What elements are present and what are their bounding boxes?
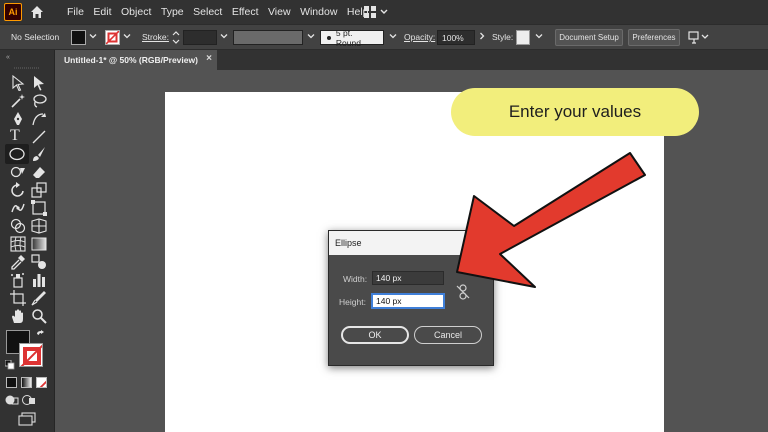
- curvature-tool-icon[interactable]: [31, 111, 47, 127]
- lasso-tool-icon[interactable]: [31, 93, 47, 109]
- no-stroke-icon: [20, 344, 42, 366]
- none-icon: [39, 380, 46, 387]
- stroke-label[interactable]: Stroke:: [142, 32, 169, 42]
- fill-swatch[interactable]: [71, 30, 86, 45]
- mesh-tool-icon[interactable]: [10, 236, 26, 252]
- ellipse-dialog: Ellipse Width: 140 px Height: 140 px OK …: [328, 230, 494, 366]
- perspective-grid-tool-icon[interactable]: [31, 218, 47, 234]
- pen-tool-icon[interactable]: [10, 111, 26, 127]
- stepper-icon[interactable]: [172, 30, 180, 45]
- control-bar: No Selection Stroke: 5 pt. Round Opacity…: [0, 24, 768, 50]
- selection-status: No Selection: [11, 32, 60, 42]
- collapse-panel-icon[interactable]: «: [6, 54, 10, 61]
- dialog-title: Ellipse: [329, 231, 493, 255]
- rotate-tool-icon[interactable]: [10, 182, 26, 198]
- eyedropper-tool-icon[interactable]: [10, 254, 26, 270]
- callout-bubble: Enter your values: [451, 88, 699, 136]
- style-label: Style:: [492, 32, 514, 42]
- direct-selection-tool-icon[interactable]: [31, 75, 47, 91]
- chevron-down-icon[interactable]: [89, 32, 97, 40]
- line-segment-tool-icon[interactable]: [31, 129, 47, 145]
- width-input[interactable]: 140 px: [372, 271, 444, 285]
- opacity-input[interactable]: 100%: [437, 30, 475, 45]
- chevron-right-icon[interactable]: [478, 32, 486, 40]
- magic-wand-tool-icon[interactable]: [10, 93, 26, 109]
- gradient-mode-button[interactable]: [21, 377, 32, 388]
- close-tab-icon[interactable]: ×: [206, 53, 212, 64]
- ok-button[interactable]: OK: [341, 326, 409, 344]
- stroke-swatch[interactable]: [105, 30, 120, 45]
- chevron-down-icon[interactable]: [535, 32, 543, 40]
- artboard-tool-icon[interactable]: [10, 290, 26, 306]
- menu-object[interactable]: Object: [121, 6, 151, 18]
- hand-tool-icon[interactable]: [10, 308, 26, 324]
- selection-tool-icon[interactable]: [10, 75, 26, 91]
- opacity-label[interactable]: Opacity:: [404, 32, 435, 42]
- ellipse-tool-icon[interactable]: [9, 146, 25, 162]
- menu-type[interactable]: Type: [161, 6, 184, 18]
- menu-select[interactable]: Select: [193, 6, 222, 18]
- panel-grip[interactable]: [14, 66, 40, 70]
- gradient-tool-icon[interactable]: [31, 236, 47, 252]
- menu-edit[interactable]: Edit: [93, 6, 111, 18]
- swap-colors-icon[interactable]: [36, 330, 46, 340]
- change-screen-mode-icon[interactable]: [18, 412, 36, 426]
- menu-window[interactable]: Window: [300, 6, 337, 18]
- column-graph-tool-icon[interactable]: [31, 272, 47, 288]
- free-transform-tool-icon[interactable]: [31, 200, 47, 216]
- chevron-down-icon[interactable]: [220, 32, 228, 40]
- cancel-button[interactable]: Cancel: [414, 326, 482, 344]
- constrain-proportions-icon[interactable]: [456, 284, 470, 300]
- eraser-tool-icon[interactable]: [31, 164, 47, 180]
- document-tab-title: Untitled-1* @ 50% (RGB/Preview): [64, 55, 198, 65]
- paintbrush-tool-icon[interactable]: [31, 146, 47, 162]
- draw-normal-icon[interactable]: [5, 394, 19, 406]
- document-tab-bar: Untitled-1* @ 50% (RGB/Preview) ×: [55, 50, 768, 70]
- arrange-documents-icon[interactable]: [688, 30, 710, 45]
- height-input[interactable]: 140 px: [372, 294, 444, 308]
- scale-tool-icon[interactable]: [31, 182, 47, 198]
- color-mode-button[interactable]: [6, 377, 17, 388]
- stroke-color-box[interactable]: [19, 343, 43, 367]
- main-menu: File Edit Object Type Select Effect View…: [67, 0, 378, 24]
- app-logo: Ai: [4, 3, 22, 21]
- shaper-tool-icon[interactable]: [10, 164, 26, 180]
- graphic-style-swatch[interactable]: [516, 30, 530, 45]
- stroke-weight-input[interactable]: [183, 30, 217, 45]
- none-mode-button[interactable]: [36, 377, 47, 388]
- draw-behind-icon[interactable]: [22, 394, 36, 406]
- zoom-tool-icon[interactable]: [31, 308, 47, 324]
- chevron-down-icon[interactable]: [123, 32, 131, 40]
- tools-panel: « T: [0, 50, 55, 432]
- document-tab[interactable]: Untitled-1* @ 50% (RGB/Preview) ×: [55, 50, 217, 70]
- symbol-sprayer-tool-icon[interactable]: [10, 272, 26, 288]
- brush-label: 5 pt. Round: [335, 27, 361, 48]
- type-tool-icon[interactable]: T: [10, 128, 26, 144]
- height-label: Height:: [339, 297, 366, 307]
- brush-definition[interactable]: 5 pt. Round: [320, 27, 384, 48]
- puppet-warp-tool-icon[interactable]: [10, 200, 26, 216]
- menu-view[interactable]: View: [268, 6, 291, 18]
- shape-builder-tool-icon[interactable]: [10, 218, 26, 234]
- document-setup-button[interactable]: Document Setup: [555, 29, 623, 46]
- no-stroke-icon: [105, 30, 120, 45]
- callout-text: Enter your values: [508, 102, 642, 121]
- width-label: Width:: [343, 274, 368, 284]
- workspace-switcher-icon[interactable]: [363, 5, 389, 19]
- chevron-down-icon[interactable]: [389, 32, 397, 40]
- menu-bar: Ai File Edit Object Type Select Effect V…: [0, 0, 768, 24]
- default-colors-icon[interactable]: [5, 360, 15, 370]
- variable-width-profile[interactable]: [233, 30, 303, 45]
- menu-file[interactable]: File: [67, 6, 84, 18]
- blend-tool-icon[interactable]: [31, 254, 47, 270]
- home-icon[interactable]: [29, 4, 45, 20]
- chevron-down-icon[interactable]: [307, 32, 315, 40]
- preferences-button[interactable]: Preferences: [628, 29, 680, 46]
- menu-effect[interactable]: Effect: [232, 6, 259, 18]
- slice-tool-icon[interactable]: [31, 290, 47, 306]
